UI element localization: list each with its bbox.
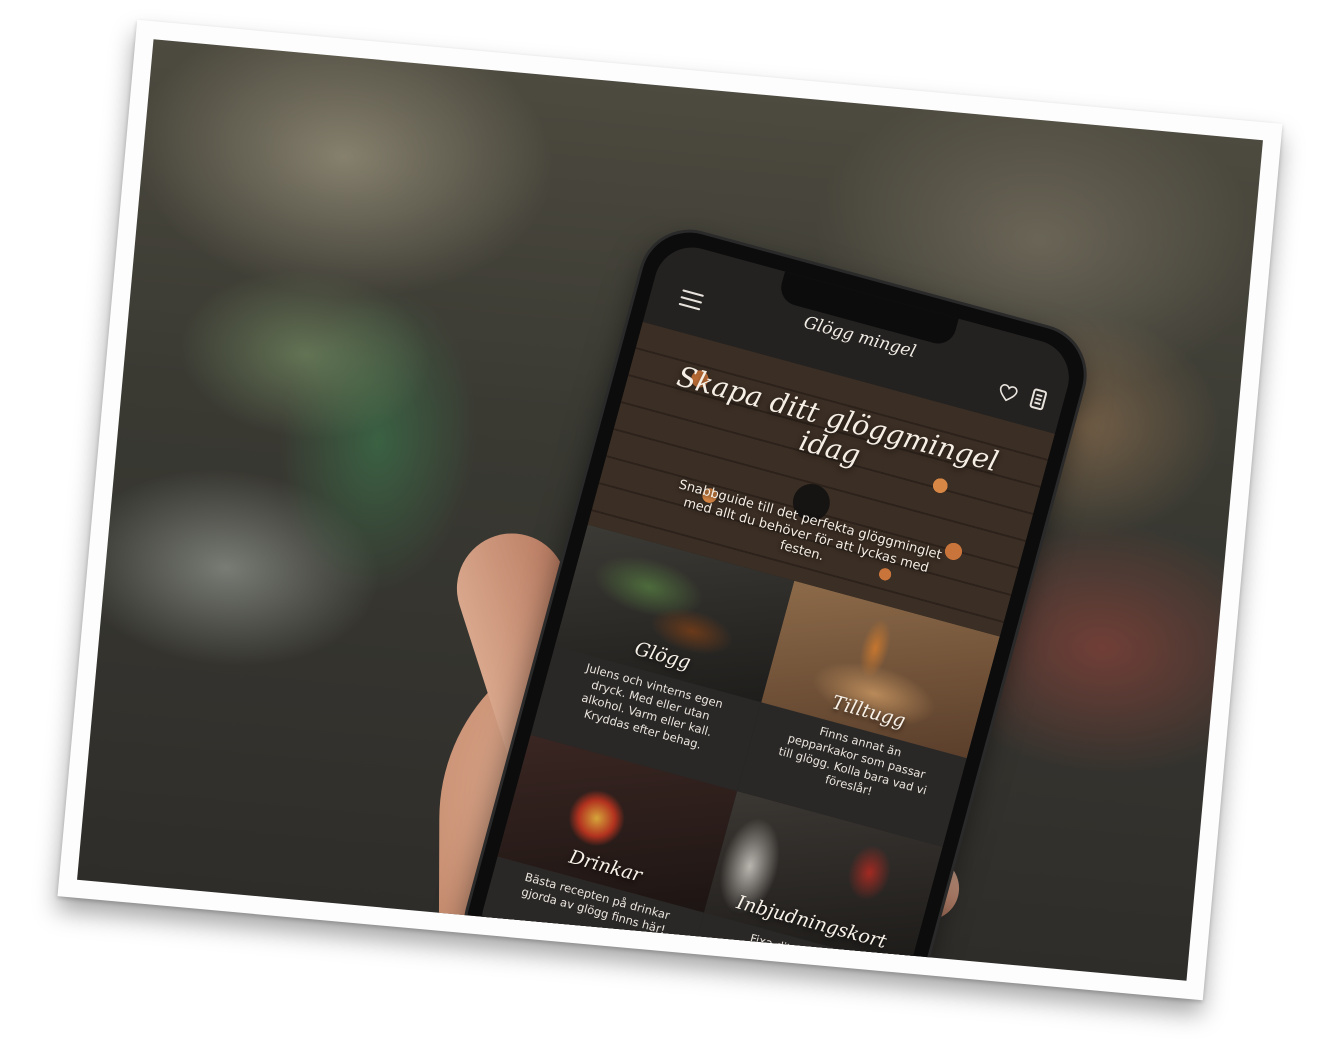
hamburger-menu-icon[interactable] bbox=[678, 289, 704, 311]
list-icon[interactable] bbox=[1028, 387, 1048, 411]
photo-background: Glögg mingel Skapa ditt glöggmingel idag… bbox=[77, 39, 1263, 981]
photo-print: Glögg mingel Skapa ditt glöggmingel idag… bbox=[57, 19, 1283, 1001]
heart-icon[interactable] bbox=[996, 382, 1020, 405]
